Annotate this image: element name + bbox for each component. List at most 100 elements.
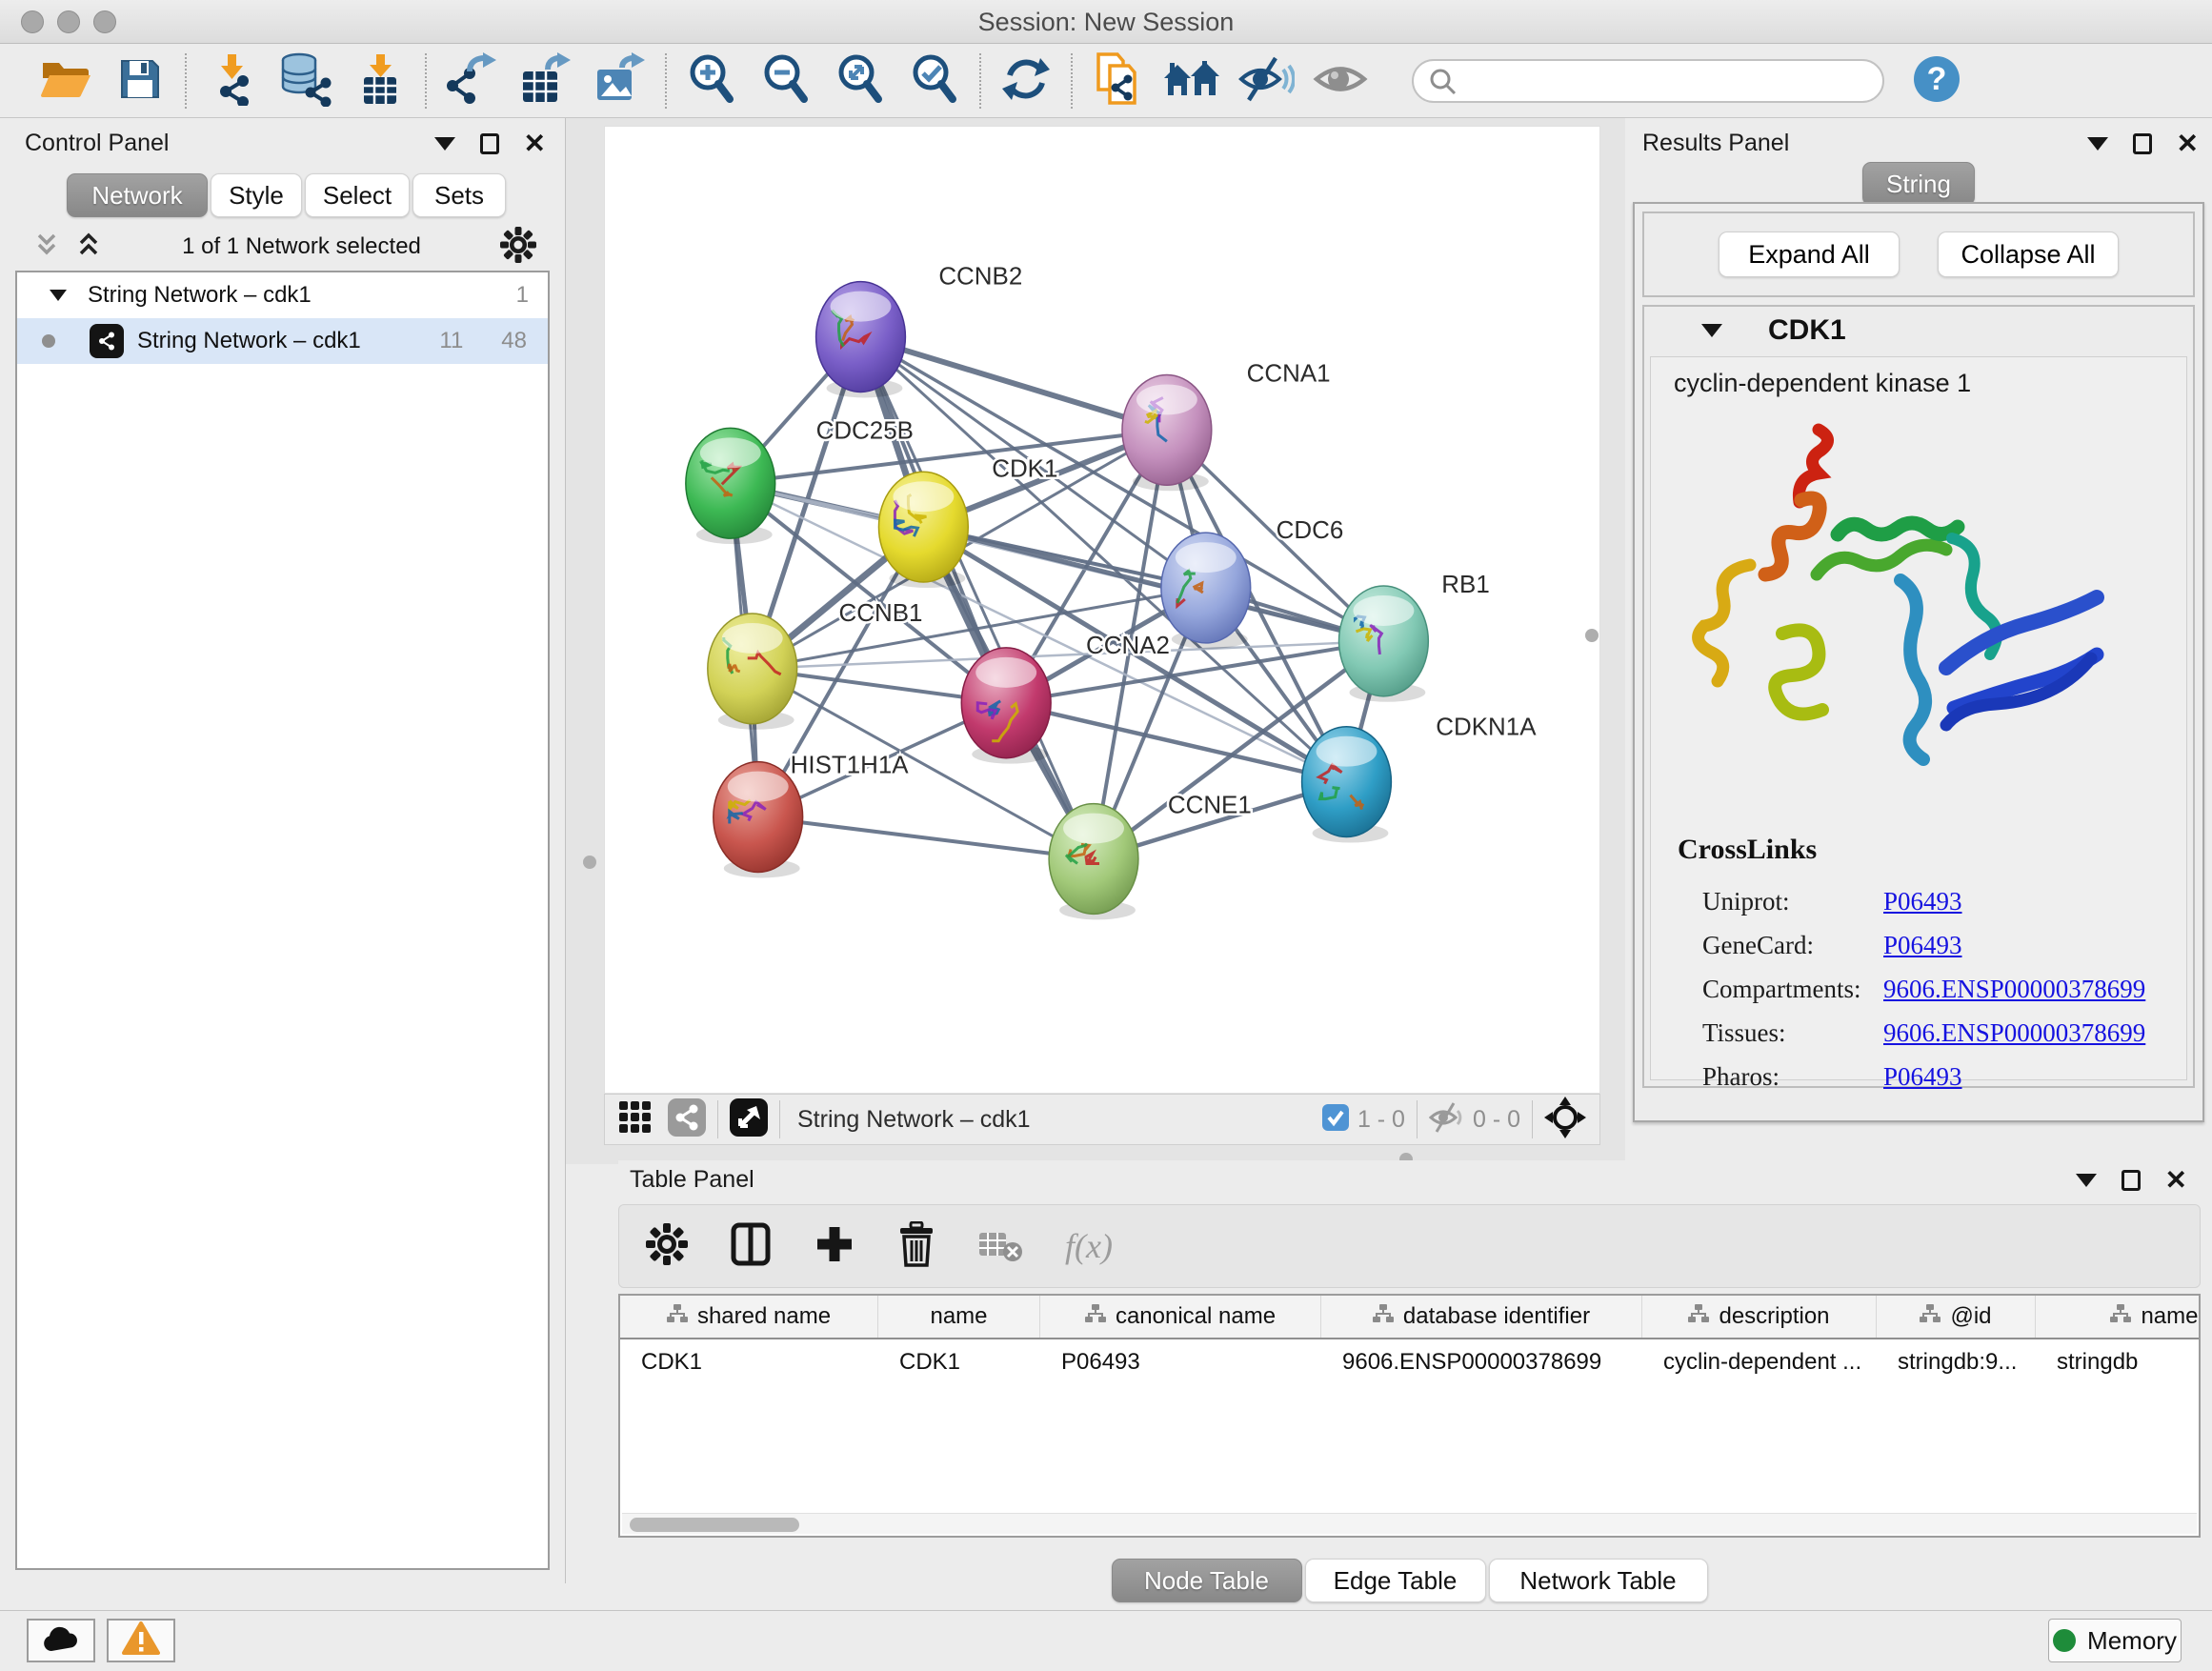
tab-network-table[interactable]: Network Table	[1489, 1559, 1708, 1602]
export-image-button[interactable]	[583, 50, 657, 111]
table-cell[interactable]: CDK1	[620, 1339, 878, 1385]
grid-view-icon[interactable]	[618, 1100, 653, 1139]
show-columns-icon[interactable]	[730, 1221, 772, 1272]
save-session-button[interactable]	[103, 50, 177, 111]
warnings-button[interactable]	[107, 1619, 175, 1662]
close-panel-icon[interactable]: ✕	[2177, 134, 2199, 153]
export-table-button[interactable]	[509, 50, 583, 111]
table-cell[interactable]: stringdb:9...	[1877, 1339, 2036, 1385]
hidden-eye-slash-icon[interactable]	[1429, 1101, 1465, 1138]
cloud-button[interactable]	[27, 1619, 95, 1662]
panel-menu-icon[interactable]	[2087, 137, 2108, 151]
crosslink-link[interactable]: P06493	[1883, 887, 1962, 916]
protein-node-HIST1H1A[interactable]	[714, 762, 803, 873]
protein-node-CCNA2[interactable]	[961, 648, 1051, 758]
show-eye-button[interactable]	[1303, 50, 1377, 111]
memory-button[interactable]: Memory	[2048, 1619, 2182, 1662]
tab-select[interactable]: Select	[305, 173, 410, 217]
protein-node-RB1[interactable]	[1339, 586, 1429, 696]
show-all-networks-button[interactable]	[1155, 50, 1229, 111]
column-header[interactable]: namespace	[2036, 1296, 2201, 1338]
table-cell[interactable]: cyclin-dependent ...	[1642, 1339, 1877, 1385]
column-header[interactable]: name	[878, 1296, 1040, 1338]
network-view-region: CCNB2CCNA1CDC25BCDK1CDC6RB1CCNB1CCNA2CDK…	[566, 118, 1625, 1164]
apply-layout-button[interactable]	[989, 50, 1063, 111]
expand-triangle-icon[interactable]	[50, 290, 67, 301]
network-row-selected[interactable]: String Network – cdk1 11 48	[17, 318, 548, 364]
node-table[interactable]: shared name name canonical namedatabase id…	[618, 1294, 2201, 1538]
protein-node-CCNA1[interactable]	[1122, 374, 1212, 485]
tab-network[interactable]: Network	[67, 173, 208, 217]
tab-node-table[interactable]: Node Table	[1112, 1559, 1302, 1602]
left-splitter-handle[interactable]	[583, 856, 596, 869]
table-cell[interactable]: 9606.ENSP00000378699	[1321, 1339, 1642, 1385]
protein-node-CDKN1A[interactable]	[1302, 727, 1392, 837]
float-panel-icon[interactable]	[2122, 1170, 2141, 1191]
column-header[interactable]: canonical name	[1040, 1296, 1321, 1338]
help-button[interactable]: ?	[1900, 50, 1974, 111]
expand-all-button[interactable]: Expand All	[1719, 232, 1900, 277]
search-input[interactable]	[1412, 59, 1884, 103]
delete-table-icon-disabled	[977, 1225, 1023, 1268]
delete-column-trash-icon[interactable]	[897, 1221, 935, 1272]
collapse-all-button[interactable]: Collapse All	[1938, 232, 2119, 277]
close-panel-icon[interactable]: ✕	[2165, 1171, 2187, 1190]
zoom-in-button[interactable]	[674, 50, 749, 111]
add-column-plus-icon[interactable]	[814, 1223, 855, 1270]
zoom-out-button[interactable]	[749, 50, 823, 111]
expand-all-chevron-icon[interactable]	[74, 232, 103, 263]
pan-crosshair-icon[interactable]	[1544, 1097, 1586, 1143]
protein-node-CCNB1[interactable]	[708, 614, 797, 724]
tab-style[interactable]: Style	[211, 173, 302, 217]
panel-menu-icon[interactable]	[2076, 1174, 2097, 1187]
protein-node-CDC6[interactable]	[1161, 533, 1251, 643]
zoom-selected-button[interactable]	[897, 50, 972, 111]
network-canvas[interactable]: CCNB2CCNA1CDC25BCDK1CDC6RB1CCNB1CCNA2CDK…	[604, 126, 1600, 1094]
tab-sets[interactable]: Sets	[412, 173, 506, 217]
table-cell[interactable]: CDK1	[878, 1339, 1040, 1385]
float-panel-icon[interactable]	[480, 133, 499, 154]
crosslink-link[interactable]: P06493	[1883, 931, 1962, 960]
table-cell[interactable]: P06493	[1040, 1339, 1321, 1385]
clone-network-button[interactable]	[1080, 50, 1155, 111]
import-network-from-database-button[interactable]	[269, 50, 343, 111]
birds-eye-view-icon[interactable]	[730, 1098, 768, 1141]
share-view-icon[interactable]	[668, 1098, 706, 1141]
collapse-all-chevron-icon[interactable]	[32, 232, 61, 263]
protein-node-CCNB2[interactable]	[816, 282, 906, 393]
column-header[interactable]: description	[1642, 1296, 1877, 1338]
column-header[interactable]: @id	[1877, 1296, 2036, 1338]
scrollbar-thumb[interactable]	[630, 1518, 799, 1532]
column-header[interactable]: database identifier	[1321, 1296, 1642, 1338]
crosslink-link[interactable]: 9606.ENSP00000378699	[1883, 1018, 2145, 1048]
table-row[interactable]: CDK1CDK1P064939606.ENSP00000378699cyclin…	[620, 1339, 2201, 1385]
protein-node-CCNE1[interactable]	[1049, 804, 1138, 915]
column-header[interactable]: shared name	[620, 1296, 878, 1338]
crosslink-link[interactable]: 9606.ENSP00000378699	[1883, 975, 2145, 1004]
node-label-CCNB2: CCNB2	[938, 264, 1022, 291]
right-splitter-handle[interactable]	[1585, 629, 1599, 642]
export-network-button[interactable]	[434, 50, 509, 111]
column-header-label: name	[930, 1303, 987, 1330]
zoom-fit-button[interactable]	[823, 50, 897, 111]
table-cell[interactable]: stringdb	[2036, 1339, 2201, 1385]
protein-node-CDC25B[interactable]	[686, 428, 775, 538]
network-collection-row[interactable]: String Network – cdk1 1	[17, 272, 548, 318]
float-panel-icon[interactable]	[2133, 133, 2152, 154]
close-panel-icon[interactable]: ✕	[524, 134, 546, 153]
tab-string[interactable]: String	[1862, 162, 1975, 206]
horizontal-scrollbar[interactable]	[622, 1513, 2197, 1534]
gear-icon[interactable]	[500, 227, 536, 268]
table-settings-gear-icon[interactable]	[646, 1223, 688, 1270]
open-session-button[interactable]	[29, 50, 103, 111]
hide-panel-eye-button[interactable]	[1229, 50, 1303, 111]
tab-edge-table[interactable]: Edge Table	[1305, 1559, 1486, 1602]
selected-checkbox-icon[interactable]	[1321, 1103, 1350, 1137]
protein-node-CDK1[interactable]	[878, 472, 968, 582]
gene-section-header[interactable]: CDK1	[1644, 307, 2193, 354]
import-network-button[interactable]	[194, 50, 269, 111]
import-table-button[interactable]	[343, 50, 417, 111]
crosslink-link[interactable]: P06493	[1883, 1062, 1962, 1092]
collapse-triangle-icon[interactable]	[1701, 324, 1722, 337]
panel-menu-icon[interactable]	[434, 137, 455, 151]
